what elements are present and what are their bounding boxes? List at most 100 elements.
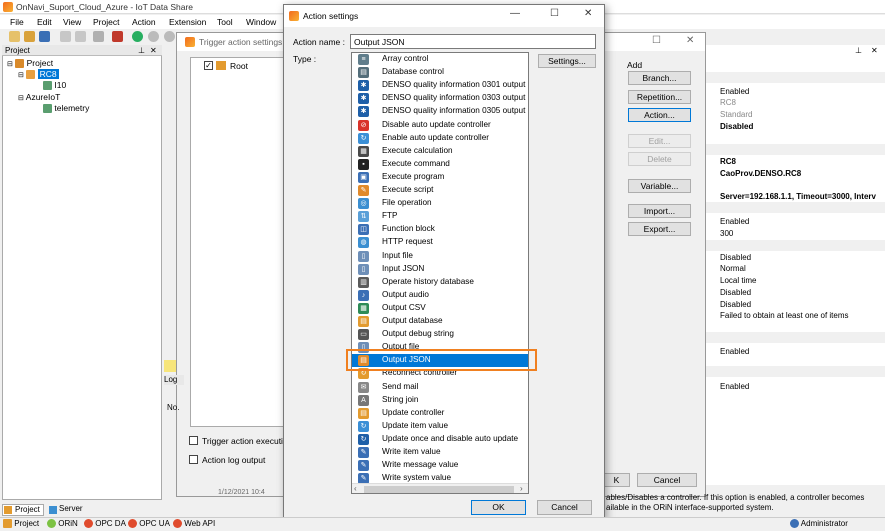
tree-item-azureiot[interactable]: ⊟ AzureIoT [18,92,60,102]
property-value[interactable]: Standard [720,110,752,119]
close-icon[interactable]: ✕ [871,46,878,55]
scroll-left-icon[interactable]: ‹ [354,484,357,493]
close-icon[interactable]: ✕ [150,46,157,55]
action-type-item[interactable]: ✎ Write item value [352,446,528,459]
start-icon[interactable] [132,31,143,42]
action-type-item[interactable]: ▯ Input file [352,250,528,263]
property-value[interactable]: Normal [720,264,746,273]
minimize-icon[interactable]: — [510,8,520,19]
action-type-item[interactable]: ◍ HTTP request [352,236,528,249]
open-folder-icon[interactable] [24,31,35,42]
action-type-item[interactable]: ▣ Execute program [352,171,528,184]
maximize-icon[interactable]: ☐ [652,35,661,46]
scrollbar-thumb[interactable] [364,486,514,493]
root-checkbox[interactable]: ✓ [204,61,213,70]
settings-button[interactable]: Settings... [538,54,596,68]
tree-item-project[interactable]: ⊟ Project [7,58,53,69]
property-value[interactable]: Enabled [720,382,749,391]
ok-button[interactable]: OK [471,500,526,515]
delete-button[interactable]: Delete [628,152,691,166]
action-type-item[interactable]: ↻ Update once and disable auto update [352,433,528,446]
save-icon[interactable] [39,31,50,42]
export-button[interactable]: Export... [628,222,691,236]
pause-icon[interactable] [148,31,159,42]
property-value[interactable]: Enabled [720,347,749,356]
menu-action[interactable]: Action [132,17,156,27]
property-value[interactable]: Disabled [720,122,753,131]
log-tab[interactable]: Log [164,375,184,385]
property-value[interactable]: RC8 [720,157,736,166]
tree-item-telemetry[interactable]: telemetry [43,103,89,114]
action-type-item[interactable]: ✉ Send mail [352,381,528,394]
cancel-button[interactable]: Cancel [537,500,592,515]
action-name-input[interactable]: Output JSON [350,34,596,49]
action-type-item[interactable]: ▭ Output debug string [352,328,528,341]
action-type-item[interactable]: ◫ Function block [352,223,528,236]
repetition-button[interactable]: Repetition... [628,90,691,104]
new-project-icon[interactable] [9,31,20,42]
status-opc-ua[interactable]: OPC UA [128,519,170,529]
property-value[interactable]: Failed to obtain at least one of items [720,311,849,320]
close-icon[interactable]: ✕ [584,8,592,19]
horizontal-scrollbar[interactable]: ‹ › [352,483,528,493]
menu-view[interactable]: View [63,17,81,27]
property-value[interactable]: Disabled [720,300,751,309]
scroll-right-icon[interactable]: › [520,484,523,493]
action-type-item[interactable]: ▥ Operate history database [352,276,528,289]
action-type-item[interactable]: ▤ Update controller [352,407,528,420]
toolbox-icon[interactable] [112,31,123,42]
trigger-action-checkbox[interactable] [189,436,198,445]
menu-file[interactable]: File [10,17,24,27]
import-button[interactable]: Import... [628,204,691,218]
property-value[interactable]: Enabled [720,217,749,226]
action-type-item[interactable]: ▪ Execute command [352,158,528,171]
action-type-item[interactable]: ↻ Enable auto update controller [352,132,528,145]
status-web-api[interactable]: Web API [173,519,215,529]
paste-icon[interactable] [75,31,86,42]
property-value[interactable]: RC8 [720,98,736,107]
menu-extension[interactable]: Extension [169,17,206,27]
property-value[interactable]: Disabled [720,253,751,262]
variable-button[interactable]: Variable... [628,179,691,193]
tree-item-rc8[interactable]: ⊟ RC8 [18,69,59,80]
branch-button[interactable]: Branch... [628,71,691,85]
action-type-item[interactable]: ✱ DENSO quality information 0303 output [352,92,528,105]
property-value[interactable]: CaoProv.DENSO.RC8 [720,169,801,178]
action-type-item[interactable]: ▤ Output database [352,315,528,328]
status-opc-da[interactable]: OPC DA [84,519,126,529]
action-type-item[interactable]: ✎ Execute script [352,184,528,197]
action-button[interactable]: Action... [628,108,691,122]
action-type-item[interactable]: ▯ Input JSON [352,263,528,276]
close-icon[interactable]: ✕ [686,35,694,46]
action-type-item[interactable]: ▦ Output CSV [352,302,528,315]
property-value[interactable]: Disabled [720,288,751,297]
menu-window[interactable]: Window [246,17,276,27]
action-log-checkbox[interactable] [189,455,198,464]
property-value[interactable]: Server=192.168.1.1, Timeout=3000, Interv [720,192,876,201]
status-orin[interactable]: ORiN [47,519,78,529]
action-tree[interactable] [190,57,286,427]
menu-tool[interactable]: Tool [217,17,233,27]
pin-icon[interactable]: ⊥ [138,46,145,55]
copy-icon[interactable] [60,31,71,42]
action-type-item[interactable]: ⊘ Disable auto update controller [352,119,528,132]
action-type-item[interactable]: ♪ Output audio [352,289,528,302]
status-project[interactable]: Project [3,519,39,529]
property-value[interactable]: 300 [720,229,733,238]
action-type-item[interactable]: ✱ DENSO quality information 0301 output [352,79,528,92]
stop-icon[interactable] [164,31,175,42]
maximize-icon[interactable]: ☐ [550,8,559,19]
action-type-item[interactable]: ✱ DENSO quality information 0305 output [352,105,528,118]
action-type-item[interactable]: ◎ File operation [352,197,528,210]
menu-edit[interactable]: Edit [37,17,52,27]
property-value[interactable]: Enabled [720,87,749,96]
action-type-item[interactable]: A String join [352,394,528,407]
edit-button[interactable]: Edit... [628,134,691,148]
tree-item-i10[interactable]: I10 [43,80,66,91]
action-type-item[interactable]: ⇅ FTP [352,210,528,223]
action-type-item[interactable]: ≡ Array control [352,53,528,66]
delete-icon[interactable] [93,31,104,42]
pin-icon[interactable]: ⊥ [855,46,862,55]
action-type-item[interactable]: ↻ Update item value [352,420,528,433]
property-value[interactable]: Local time [720,276,756,285]
